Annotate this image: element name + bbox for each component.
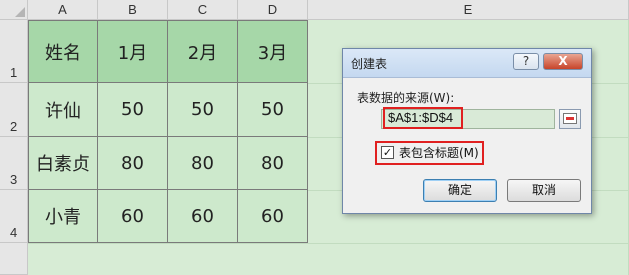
cancel-button[interactable]: 取消 <box>507 179 581 202</box>
source-range-value: $A$1:$D$4 <box>388 110 454 125</box>
table-cell[interactable]: 50 <box>168 83 238 137</box>
create-table-dialog: 创建表 ? X 表数据的来源(W): $A$1:$D$4 ✓ 表包含标题(M) … <box>342 48 592 214</box>
table-header-mar[interactable]: 3月 <box>238 20 308 83</box>
table-header-jan[interactable]: 1月 <box>98 20 168 83</box>
table-cell[interactable]: 60 <box>98 190 168 243</box>
table-cell[interactable]: 小青 <box>28 190 98 243</box>
row-header-1[interactable]: 1 <box>0 20 28 83</box>
column-header-a[interactable]: A <box>28 0 98 20</box>
dialog-title: 创建表 <box>351 57 388 71</box>
table-header-feb[interactable]: 2月 <box>168 20 238 83</box>
table-cell[interactable]: 80 <box>168 137 238 190</box>
column-header-d[interactable]: D <box>238 0 308 20</box>
has-headers-checkbox[interactable]: ✓ <box>381 146 394 159</box>
table-cell[interactable]: 60 <box>168 190 238 243</box>
dialog-titlebar[interactable]: 创建表 ? X <box>343 49 591 78</box>
help-button[interactable]: ? <box>513 53 539 70</box>
table-cell[interactable]: 80 <box>238 137 308 190</box>
table-cell[interactable]: 80 <box>98 137 168 190</box>
row-header-4[interactable]: 4 <box>0 190 28 243</box>
table-cell[interactable]: 50 <box>98 83 168 137</box>
table-cell[interactable]: 50 <box>238 83 308 137</box>
table-cell[interactable]: 60 <box>238 190 308 243</box>
row-header-5[interactable] <box>0 243 28 275</box>
column-header-b[interactable]: B <box>98 0 168 20</box>
row-header-3[interactable]: 3 <box>0 137 28 190</box>
row-header-2[interactable]: 2 <box>0 83 28 137</box>
select-all-corner[interactable] <box>0 0 28 20</box>
column-header-e[interactable]: E <box>308 0 629 20</box>
table-header-name[interactable]: 姓名 <box>28 20 98 83</box>
close-button[interactable]: X <box>543 53 583 70</box>
ok-button[interactable]: 确定 <box>423 179 497 202</box>
range-select-icon <box>563 113 577 124</box>
collapse-dialog-button[interactable] <box>559 109 581 129</box>
table-cell[interactable]: 许仙 <box>28 83 98 137</box>
table-cell[interactable]: 白素贞 <box>28 137 98 190</box>
column-header-c[interactable]: C <box>168 0 238 20</box>
has-headers-label[interactable]: 表包含标题(M) <box>399 144 479 161</box>
source-range-label: 表数据的来源(W): <box>357 91 455 105</box>
